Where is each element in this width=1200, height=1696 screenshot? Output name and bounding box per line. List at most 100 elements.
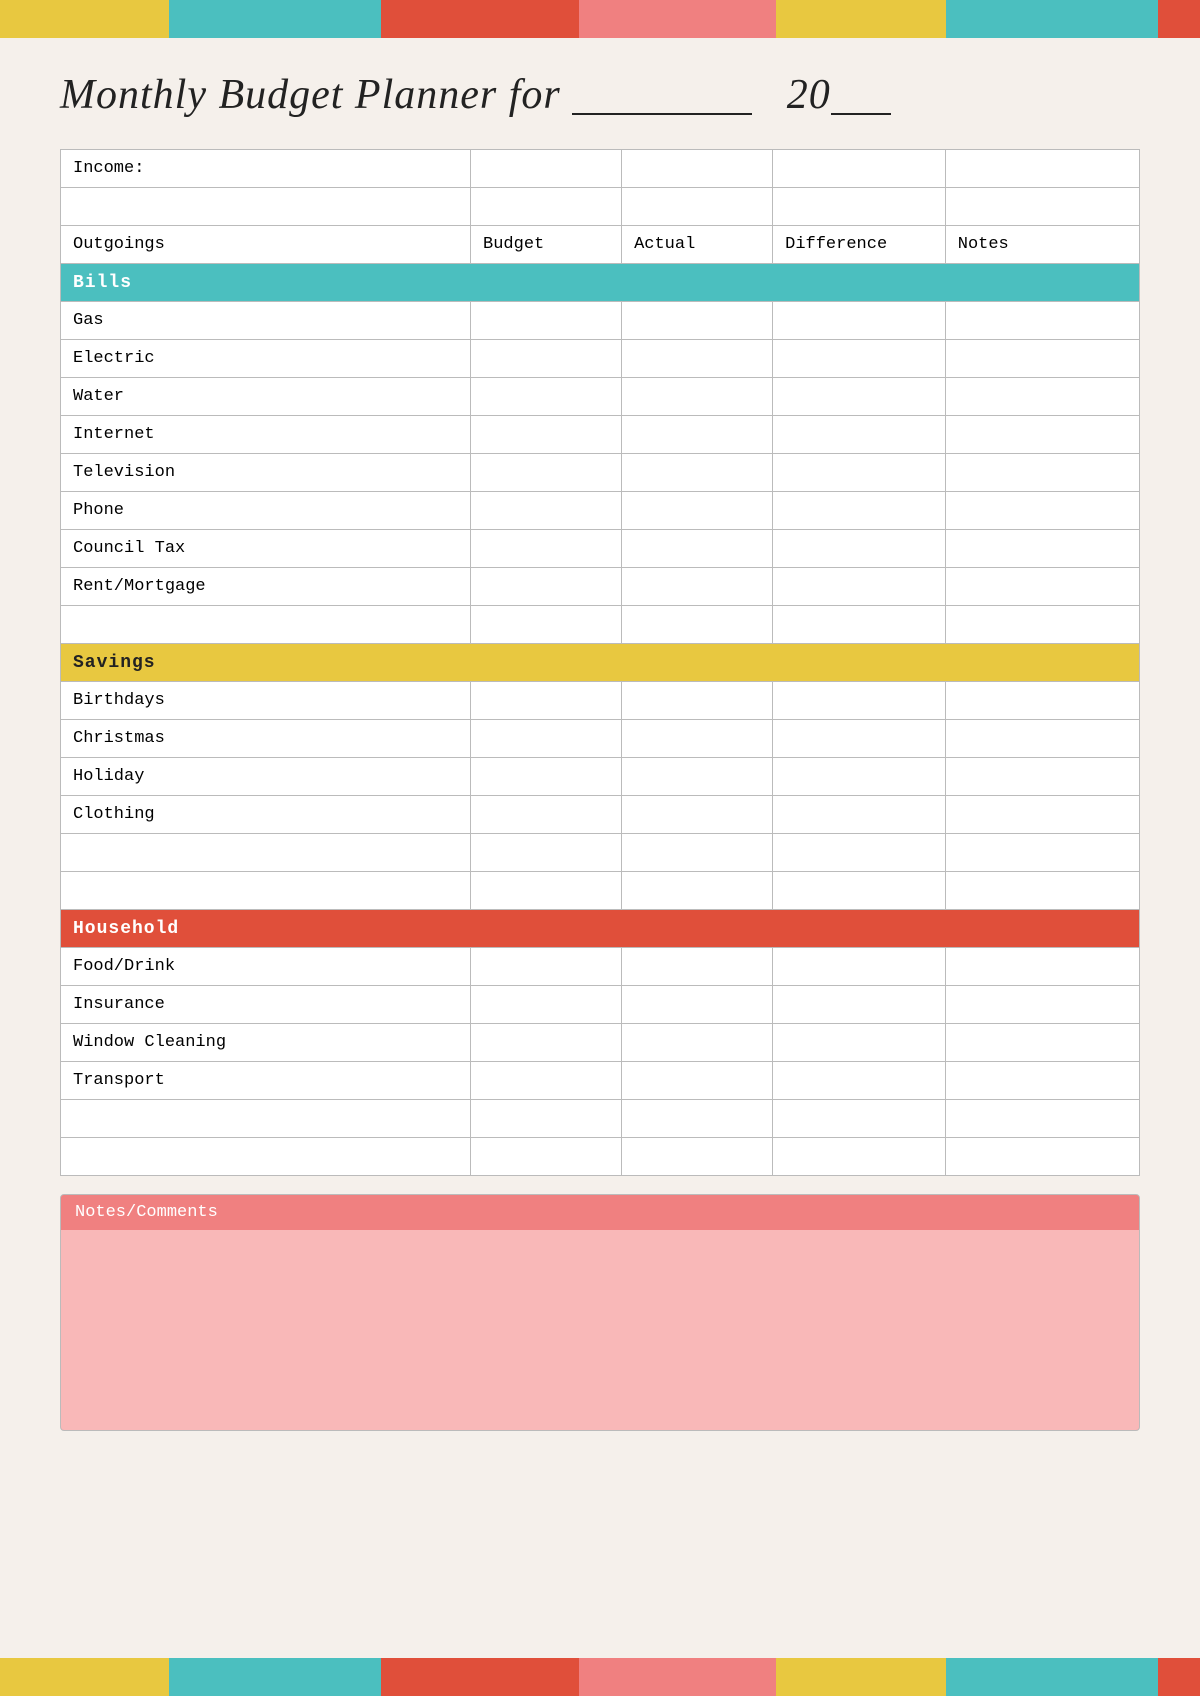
clothing-notes [945, 796, 1139, 834]
electric-actual [622, 340, 773, 378]
gas-diff [773, 302, 946, 340]
windowcleaning-diff [773, 1024, 946, 1062]
food-diff [773, 948, 946, 986]
item-birthdays: Birthdays [61, 682, 471, 720]
header-difference: Difference [773, 226, 946, 264]
item-water: Water [61, 378, 471, 416]
rent-notes [945, 568, 1139, 606]
bar-bottom-red-2 [1158, 1658, 1200, 1696]
row-christmas: Christmas [61, 720, 1140, 758]
title-year-prefix: 20 [787, 72, 831, 118]
electric-budget [471, 340, 622, 378]
row-phone: Phone [61, 492, 1140, 530]
internet-actual [622, 416, 773, 454]
item-transport: Transport [61, 1062, 471, 1100]
row-window-cleaning: Window Cleaning [61, 1024, 1140, 1062]
item-television: Television [61, 454, 471, 492]
phone-actual [622, 492, 773, 530]
bar-bottom-pink-1 [579, 1658, 777, 1696]
windowcleaning-actual [622, 1024, 773, 1062]
section-header-bills: Bills [61, 264, 1140, 302]
header-notes: Notes [945, 226, 1139, 264]
birthdays-budget [471, 682, 622, 720]
item-clothing: Clothing [61, 796, 471, 834]
bar-bottom-teal-2 [946, 1658, 1158, 1696]
tv-notes [945, 454, 1139, 492]
holiday-actual [622, 758, 773, 796]
phone-budget [471, 492, 622, 530]
transport-notes [945, 1062, 1139, 1100]
top-color-bar [0, 0, 1200, 38]
insurance-diff [773, 986, 946, 1024]
row-internet: Internet [61, 416, 1140, 454]
empty-row-5 [61, 1100, 1140, 1138]
gas-budget [471, 302, 622, 340]
row-electric: Electric [61, 340, 1140, 378]
item-phone: Phone [61, 492, 471, 530]
water-budget [471, 378, 622, 416]
counciltax-actual [622, 530, 773, 568]
empty-row-2 [61, 606, 1140, 644]
bar-bottom-red-1 [381, 1658, 579, 1696]
section-header-savings: Savings [61, 644, 1140, 682]
christmas-diff [773, 720, 946, 758]
item-gas: Gas [61, 302, 471, 340]
clothing-diff [773, 796, 946, 834]
christmas-actual [622, 720, 773, 758]
income-notes-cell [945, 150, 1139, 188]
internet-notes [945, 416, 1139, 454]
electric-notes [945, 340, 1139, 378]
row-clothing: Clothing [61, 796, 1140, 834]
title-year-line [831, 65, 891, 115]
holiday-notes [945, 758, 1139, 796]
internet-diff [773, 416, 946, 454]
title-text: Monthly Budget Planner for [60, 72, 561, 118]
page-title: Monthly Budget Planner for 20 [60, 65, 1140, 119]
item-internet: Internet [61, 416, 471, 454]
row-food-drink: Food/Drink [61, 948, 1140, 986]
household-header-label: Household [61, 910, 1140, 948]
transport-diff [773, 1062, 946, 1100]
notes-comments-box: Notes/Comments [60, 1194, 1140, 1431]
header-outgoings: Outgoings [61, 226, 471, 264]
water-diff [773, 378, 946, 416]
savings-header-label: Savings [61, 644, 1140, 682]
item-christmas: Christmas [61, 720, 471, 758]
empty-row-6 [61, 1138, 1140, 1176]
bar-yellow-2 [776, 0, 945, 38]
column-headers-row: Outgoings Budget Actual Difference Notes [61, 226, 1140, 264]
gas-notes [945, 302, 1139, 340]
item-insurance: Insurance [61, 986, 471, 1024]
row-insurance: Insurance [61, 986, 1140, 1024]
christmas-budget [471, 720, 622, 758]
item-electric: Electric [61, 340, 471, 378]
rent-actual [622, 568, 773, 606]
windowcleaning-budget [471, 1024, 622, 1062]
gas-actual [622, 302, 773, 340]
internet-budget [471, 416, 622, 454]
bar-bottom-yellow-1 [0, 1658, 169, 1696]
section-header-household: Household [61, 910, 1140, 948]
counciltax-diff [773, 530, 946, 568]
notes-header-label: Notes/Comments [61, 1195, 1139, 1230]
empty-row-4 [61, 872, 1140, 910]
bar-teal-1 [169, 0, 381, 38]
bottom-color-bar [0, 1658, 1200, 1696]
bills-header-label: Bills [61, 264, 1140, 302]
bar-red-1 [381, 0, 579, 38]
empty-row-3 [61, 834, 1140, 872]
bar-yellow-1 [0, 0, 169, 38]
income-actual-cell [622, 150, 773, 188]
header-budget: Budget [471, 226, 622, 264]
holiday-diff [773, 758, 946, 796]
food-notes [945, 948, 1139, 986]
row-birthdays: Birthdays [61, 682, 1140, 720]
birthdays-actual [622, 682, 773, 720]
windowcleaning-notes [945, 1024, 1139, 1062]
row-television: Television [61, 454, 1140, 492]
water-notes [945, 378, 1139, 416]
bar-bottom-yellow-2 [776, 1658, 945, 1696]
rent-budget [471, 568, 622, 606]
rent-diff [773, 568, 946, 606]
budget-table: Income: Outgoings Budget Actual Differen… [60, 149, 1140, 1176]
